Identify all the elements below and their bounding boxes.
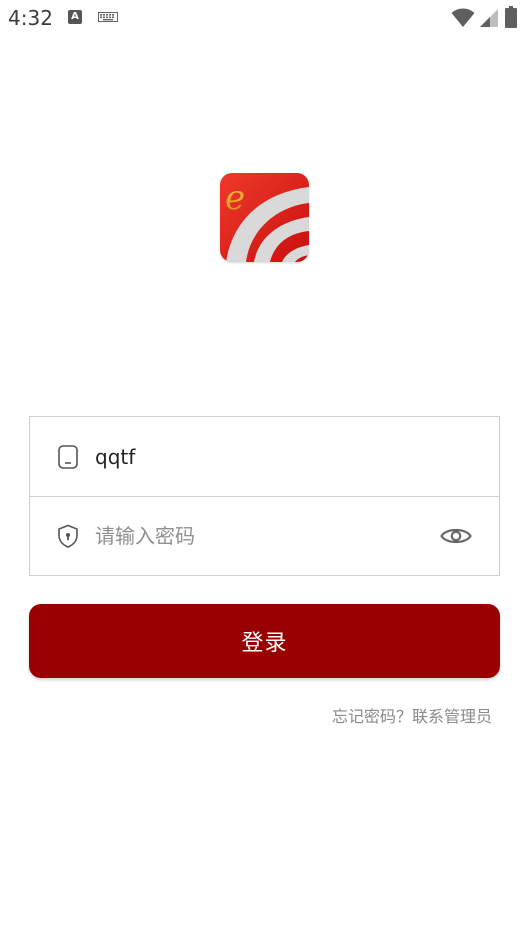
username-row — [30, 417, 499, 497]
forgot-password-link[interactable]: 忘记密码？联系管理员 — [332, 703, 492, 727]
text-notification-icon: A — [68, 10, 82, 24]
login-form — [29, 416, 500, 576]
app-logo: e — [220, 173, 309, 262]
eye-icon[interactable] — [440, 524, 472, 548]
svg-text:e: e — [225, 178, 245, 218]
username-input[interactable] — [95, 437, 425, 477]
app-logo-image: e — [220, 173, 309, 262]
cell-signal-icon — [480, 9, 498, 27]
shield-icon — [58, 524, 78, 548]
password-input[interactable] — [95, 516, 425, 556]
wifi-icon — [451, 8, 475, 27]
status-bar: 4:32 A — [0, 0, 529, 36]
battery-icon — [505, 6, 517, 28]
keyboard-icon — [98, 12, 118, 22]
status-time: 4:32 — [8, 6, 53, 30]
phone-icon — [58, 445, 78, 469]
password-row — [30, 497, 499, 575]
login-button[interactable]: 登录 — [29, 604, 500, 678]
